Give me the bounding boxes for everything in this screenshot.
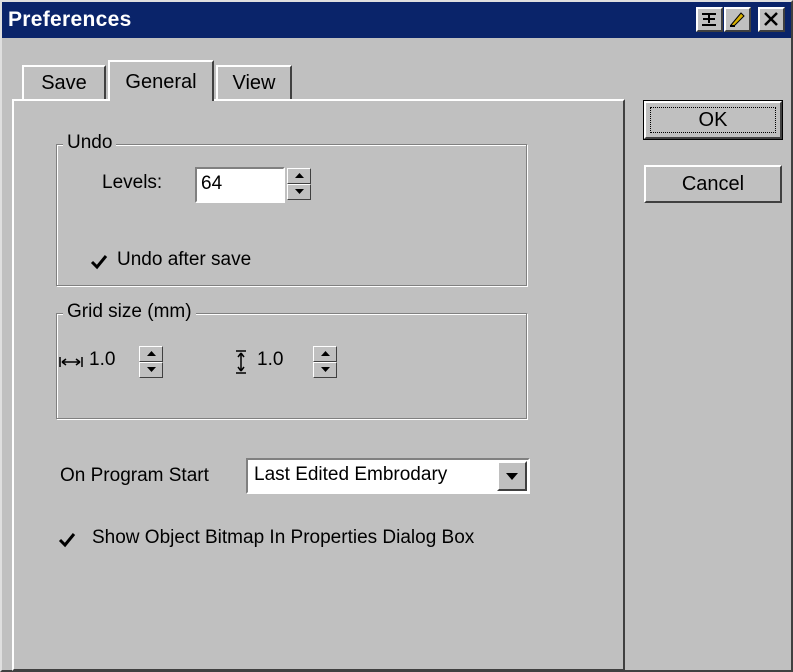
cancel-button[interactable]: Cancel xyxy=(644,165,782,203)
stepper-down-icon[interactable] xyxy=(139,362,163,378)
stepper-up-icon[interactable] xyxy=(139,346,163,362)
tab-general[interactable]: General xyxy=(108,60,214,101)
undo-after-save-checkbox[interactable] xyxy=(90,253,108,271)
grid-horizontal-stepper[interactable] xyxy=(139,346,163,378)
show-bitmap-checkbox[interactable] xyxy=(58,531,76,549)
chevron-down-icon[interactable] xyxy=(497,461,527,491)
close-icon[interactable] xyxy=(758,7,785,32)
program-start-value: Last Edited Embrodary xyxy=(254,464,448,485)
settings-icon[interactable] xyxy=(724,7,751,32)
stepper-up-icon[interactable] xyxy=(287,168,311,184)
grid-vertical-stepper[interactable] xyxy=(313,346,337,378)
undo-group: Undo Levels: 64 Undo after save xyxy=(56,132,527,286)
general-tab-panel: Undo Levels: 64 Undo after save Grid siz… xyxy=(12,99,625,671)
tab-view[interactable]: View xyxy=(216,65,292,99)
title-bar[interactable]: Preferences xyxy=(2,2,791,38)
undo-group-label: Undo xyxy=(63,132,117,154)
program-start-select[interactable]: Last Edited Embrodary xyxy=(246,458,530,494)
program-start-label: On Program Start xyxy=(60,465,209,486)
levels-stepper[interactable] xyxy=(287,168,311,200)
grid-size-group-label: Grid size (mm) xyxy=(63,301,196,323)
window-title: Preferences xyxy=(8,8,132,31)
undo-after-save-label: Undo after save xyxy=(117,249,252,270)
grid-size-group: Grid size (mm) 1.0 1.0 xyxy=(56,301,527,419)
vertical-spacing-icon xyxy=(236,350,246,374)
stepper-up-icon[interactable] xyxy=(313,346,337,362)
grid-vertical-input[interactable]: 1.0 xyxy=(253,345,305,381)
ok-button[interactable]: OK xyxy=(643,100,783,140)
show-bitmap-label: Show Object Bitmap In Properties Dialog … xyxy=(92,527,475,548)
stepper-down-icon[interactable] xyxy=(313,362,337,378)
grid-horizontal-input[interactable]: 1.0 xyxy=(85,345,137,381)
levels-label: Levels: xyxy=(102,172,163,193)
levels-input[interactable]: 64 xyxy=(195,167,285,203)
pin-icon[interactable] xyxy=(696,7,723,32)
preferences-dialog: Preferences Save General View Undo Level… xyxy=(0,0,793,672)
tab-save[interactable]: Save xyxy=(22,65,106,99)
horizontal-spacing-icon xyxy=(59,357,83,367)
stepper-down-icon[interactable] xyxy=(287,184,311,200)
